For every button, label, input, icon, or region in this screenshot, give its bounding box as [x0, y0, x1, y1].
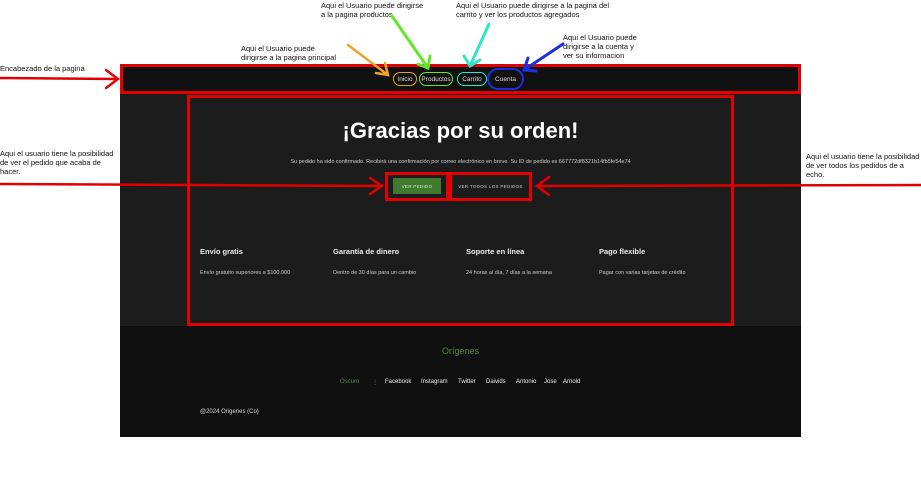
annotation-arrows	[0, 14, 921, 197]
arrow-home	[346, 43, 390, 77]
arrow-account	[521, 42, 565, 73]
arrow-products	[390, 14, 432, 71]
arrow-cart	[462, 22, 491, 69]
arrow-orders	[534, 175, 921, 197]
arrow-order	[0, 176, 385, 196]
arrow-header	[0, 68, 121, 90]
